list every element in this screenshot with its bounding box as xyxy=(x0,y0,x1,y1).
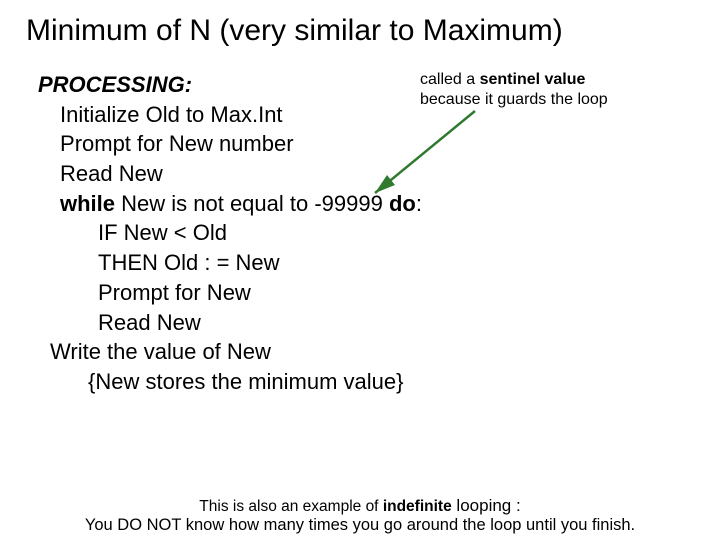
line-read2: Read New xyxy=(38,308,720,338)
line-prompt2: Prompt for New xyxy=(38,278,720,308)
processing-heading: PROCESSING: xyxy=(38,70,720,100)
line-write: Write the value of New xyxy=(38,337,720,367)
footer-line2: You DO NOT know how many times you go ar… xyxy=(0,515,720,536)
slide-title: Minimum of N (very similar to Maximum) xyxy=(0,0,720,48)
line-comment: {New stores the minimum value} xyxy=(38,367,720,397)
line-prompt: Prompt for New number xyxy=(38,129,720,159)
line-if: IF New < Old xyxy=(38,218,720,248)
line-read: Read New xyxy=(38,159,720,189)
line-while: while New is not equal to -99999 do: xyxy=(38,189,720,219)
line-then: THEN Old : = New xyxy=(38,248,720,278)
line-initialize: Initialize Old to Max.Int xyxy=(38,100,720,130)
content-area: PROCESSING: Initialize Old to Max.Int Pr… xyxy=(0,48,720,397)
footer-line1: This is also an example of indefinite lo… xyxy=(0,495,720,517)
sentinel-callout: called a sentinel value because it guard… xyxy=(420,70,608,110)
